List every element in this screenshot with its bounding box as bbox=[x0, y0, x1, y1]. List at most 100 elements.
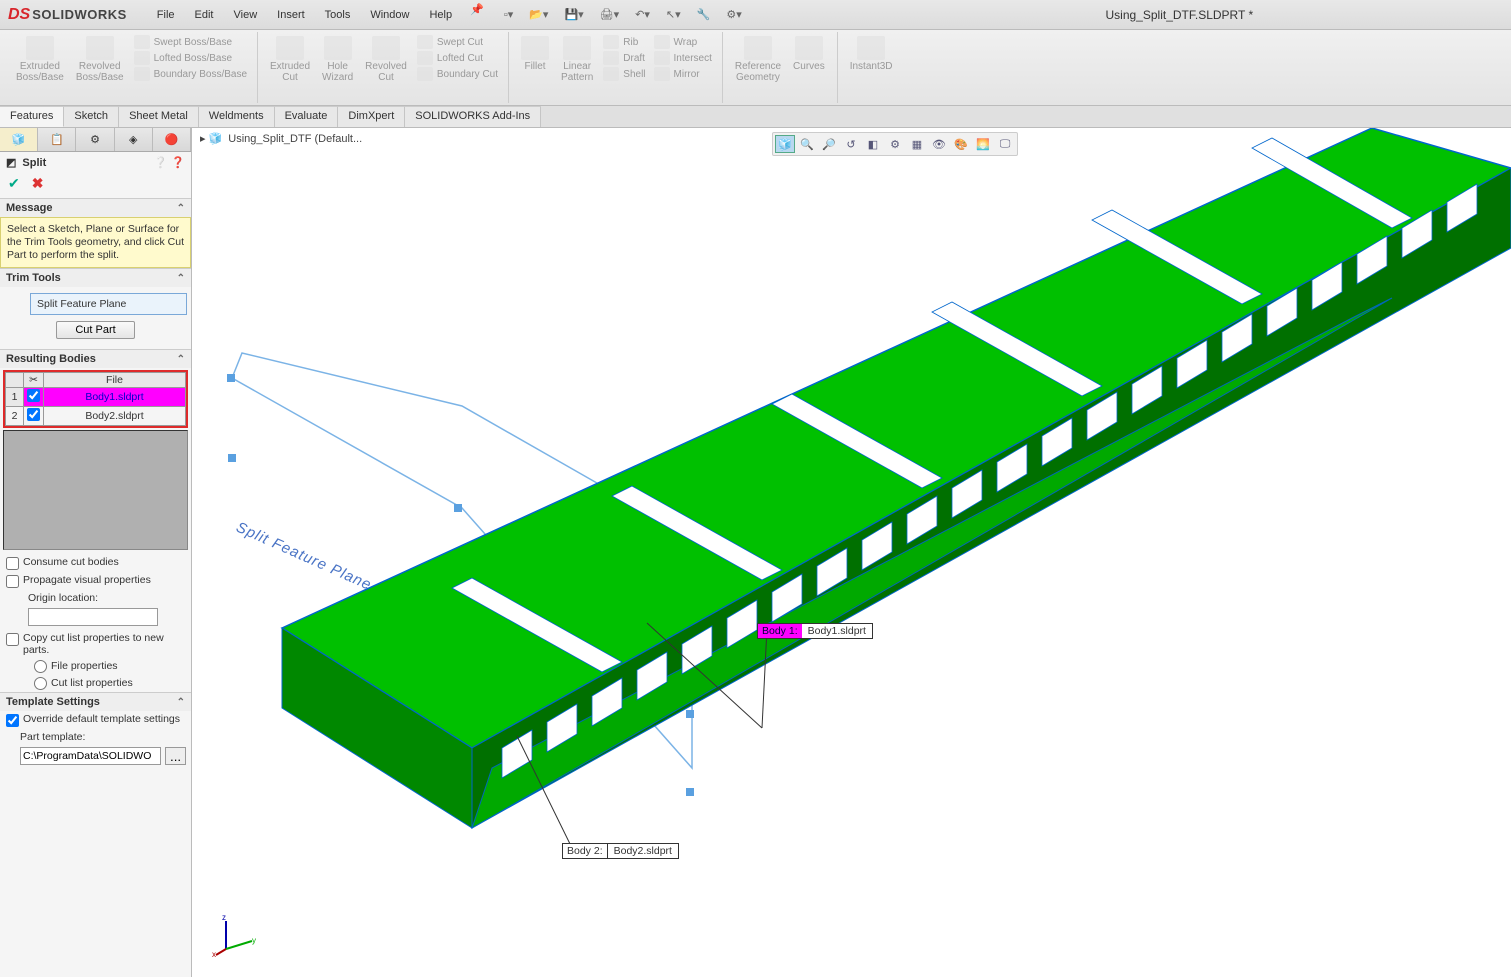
menu-insert[interactable]: Insert bbox=[267, 3, 315, 27]
select-icon[interactable]: ↖▾ bbox=[666, 8, 681, 21]
view-hud: 🧊 🔍 🔎 ↺ ◧ ⚙ ▦ 👁 🎨 🌅 🖵 bbox=[772, 132, 1018, 156]
menu-view[interactable]: View bbox=[224, 3, 268, 27]
table-row[interactable]: 1Body1.sldprt bbox=[6, 388, 186, 407]
extruded-boss-button[interactable]: ExtrudedBoss/Base bbox=[10, 34, 70, 85]
boundary-boss-button[interactable]: Boundary Boss/Base bbox=[130, 66, 251, 82]
boundary-cut-button[interactable]: Boundary Cut bbox=[413, 66, 502, 82]
cutlist-properties-label: Cut list properties bbox=[51, 677, 133, 689]
shell-button[interactable]: Shell bbox=[599, 66, 649, 82]
tab-sketch[interactable]: Sketch bbox=[64, 106, 119, 127]
override-template-checkbox[interactable] bbox=[6, 714, 19, 727]
curves-button[interactable]: Curves bbox=[787, 34, 831, 85]
body1-checkbox[interactable] bbox=[27, 389, 40, 402]
body1-callout[interactable]: Body 1: Body1.sldprt bbox=[757, 623, 873, 639]
propagate-label: Propagate visual properties bbox=[23, 574, 151, 586]
hide-show-icon[interactable]: 👁 bbox=[929, 135, 949, 153]
ok-cancel-row: ✔ ✖ bbox=[0, 173, 191, 198]
menu-help[interactable]: Help bbox=[419, 3, 462, 27]
panel-tab-propertymanager[interactable]: 📋 bbox=[38, 128, 76, 151]
view-settings-icon[interactable]: ⚙ bbox=[885, 135, 905, 153]
draft-button[interactable]: Draft bbox=[599, 50, 649, 66]
help-icon[interactable]: ❓ bbox=[171, 156, 185, 169]
view-display-icon[interactable]: 🖵 bbox=[995, 135, 1015, 153]
trim-selection-box[interactable]: Split Feature Plane bbox=[30, 293, 187, 315]
menu-file[interactable]: File bbox=[147, 3, 185, 27]
revolved-boss-button[interactable]: RevolvedBoss/Base bbox=[70, 34, 130, 85]
zoom-area-icon[interactable]: 🔎 bbox=[819, 135, 839, 153]
part-template-input[interactable] bbox=[20, 747, 161, 765]
save-icon[interactable]: 💾▾ bbox=[564, 8, 583, 21]
chevron-up-icon: ⌃ bbox=[177, 697, 185, 708]
apply-scene-icon[interactable]: 🌅 bbox=[973, 135, 993, 153]
tab-dimxpert[interactable]: DimXpert bbox=[338, 106, 405, 127]
cut-part-button[interactable]: Cut Part bbox=[56, 321, 134, 339]
tab-sheetmetal[interactable]: Sheet Metal bbox=[119, 106, 199, 127]
lofted-cut-button[interactable]: Lofted Cut bbox=[413, 50, 502, 66]
browse-template-button[interactable]: ... bbox=[165, 747, 186, 765]
extruded-cut-button[interactable]: ExtrudedCut bbox=[264, 34, 316, 85]
chevron-up-icon: ⌃ bbox=[177, 354, 185, 365]
rib-button[interactable]: Rib bbox=[599, 34, 649, 50]
table-row[interactable]: 2Body2.sldprt bbox=[6, 407, 186, 426]
open-icon[interactable]: 📂▾ bbox=[529, 8, 548, 21]
display-style-icon[interactable]: ▦ bbox=[907, 135, 927, 153]
file-properties-radio[interactable] bbox=[34, 660, 47, 673]
rebuild-icon[interactable]: 🔧 bbox=[697, 8, 711, 21]
resulting-bodies-header[interactable]: Resulting Bodies⌃ bbox=[0, 350, 191, 368]
revolved-cut-button[interactable]: RevolvedCut bbox=[359, 34, 413, 85]
print-icon[interactable]: 🖨▾ bbox=[600, 8, 620, 21]
copy-cutlist-checkbox[interactable] bbox=[6, 633, 19, 646]
graphics-area[interactable]: ▸ 🧊 Using_Split_DTF (Default... 🧊 🔍 🔎 ↺ … bbox=[192, 128, 1511, 977]
reference-geometry-button[interactable]: ReferenceGeometry bbox=[729, 34, 787, 85]
menu-window[interactable]: Window bbox=[360, 3, 419, 27]
propagate-checkbox[interactable] bbox=[6, 575, 19, 588]
panel-tab-configmanager[interactable]: ⚙ bbox=[76, 128, 114, 151]
panel-tab-dimxpert[interactable]: ◈ bbox=[115, 128, 153, 151]
tab-addins[interactable]: SOLIDWORKS Add-Ins bbox=[405, 106, 541, 127]
hole-wizard-button[interactable]: HoleWizard bbox=[316, 34, 359, 85]
help-detail-icon[interactable]: ❔ bbox=[154, 156, 168, 169]
tab-weldments[interactable]: Weldments bbox=[199, 106, 275, 127]
fillet-button[interactable]: Fillet bbox=[515, 34, 555, 85]
svg-text:x: x bbox=[212, 950, 216, 957]
property-manager-panel: 🧊 📋 ⚙ ◈ 🔴 ◩ Split ❔ ❓ ✔ ✖ Message⌃ Selec… bbox=[0, 128, 192, 977]
message-header[interactable]: Message⌃ bbox=[0, 199, 191, 217]
menu-edit[interactable]: Edit bbox=[185, 3, 224, 27]
body2-callout[interactable]: Body 2: Body2.sldprt bbox=[562, 843, 679, 859]
template-settings-header[interactable]: Template Settings⌃ bbox=[0, 693, 191, 711]
undo-icon[interactable]: ↶▾ bbox=[635, 8, 650, 21]
breadcrumb[interactable]: ▸ 🧊 Using_Split_DTF (Default... bbox=[200, 132, 362, 145]
mirror-button[interactable]: Mirror bbox=[650, 66, 716, 82]
zoom-fit-icon[interactable]: 🔍 bbox=[797, 135, 817, 153]
wrap-button[interactable]: Wrap bbox=[650, 34, 716, 50]
section-view-icon[interactable]: ◧ bbox=[863, 135, 883, 153]
swept-cut-button[interactable]: Swept Cut bbox=[413, 34, 502, 50]
cutlist-properties-radio[interactable] bbox=[34, 677, 47, 690]
panel-tab-display[interactable]: 🔴 bbox=[153, 128, 191, 151]
panel-tab-featuremanager[interactable]: 🧊 bbox=[0, 128, 38, 151]
menu-tools[interactable]: Tools bbox=[315, 3, 361, 27]
instant3d-button[interactable]: Instant3D bbox=[844, 34, 899, 74]
ok-button[interactable]: ✔ bbox=[8, 175, 20, 192]
body2-checkbox[interactable] bbox=[27, 408, 40, 421]
origin-location-input[interactable] bbox=[28, 608, 158, 626]
view-triad[interactable]: z y x bbox=[212, 913, 256, 957]
linear-pattern-button[interactable]: LinearPattern bbox=[555, 34, 599, 85]
trim-tools-header[interactable]: Trim Tools⌃ bbox=[0, 269, 191, 287]
cancel-button[interactable]: ✖ bbox=[32, 175, 44, 192]
swept-boss-button[interactable]: Swept Boss/Base bbox=[130, 34, 251, 50]
options-icon[interactable]: ⚙▾ bbox=[726, 8, 741, 21]
pin-icon[interactable]: 📌 bbox=[470, 3, 484, 27]
new-icon[interactable]: ▫▾ bbox=[504, 8, 513, 21]
view-orientation-icon[interactable]: 🧊 bbox=[775, 135, 795, 153]
part-template-label: Part template: bbox=[20, 729, 191, 745]
tab-evaluate[interactable]: Evaluate bbox=[275, 106, 339, 127]
edit-appearance-icon[interactable]: 🎨 bbox=[951, 135, 971, 153]
tab-features[interactable]: Features bbox=[0, 106, 64, 127]
intersect-button[interactable]: Intersect bbox=[650, 50, 716, 66]
consume-checkbox[interactable] bbox=[6, 557, 19, 570]
zoom-prev-icon[interactable]: ↺ bbox=[841, 135, 861, 153]
menu-bar: File Edit View Insert Tools Window Help … bbox=[147, 3, 484, 27]
quick-access: ▫▾ 📂▾ 💾▾ 🖨▾ ↶▾ ↖▾ 🔧 ⚙▾ bbox=[504, 8, 742, 21]
lofted-boss-button[interactable]: Lofted Boss/Base bbox=[130, 50, 251, 66]
